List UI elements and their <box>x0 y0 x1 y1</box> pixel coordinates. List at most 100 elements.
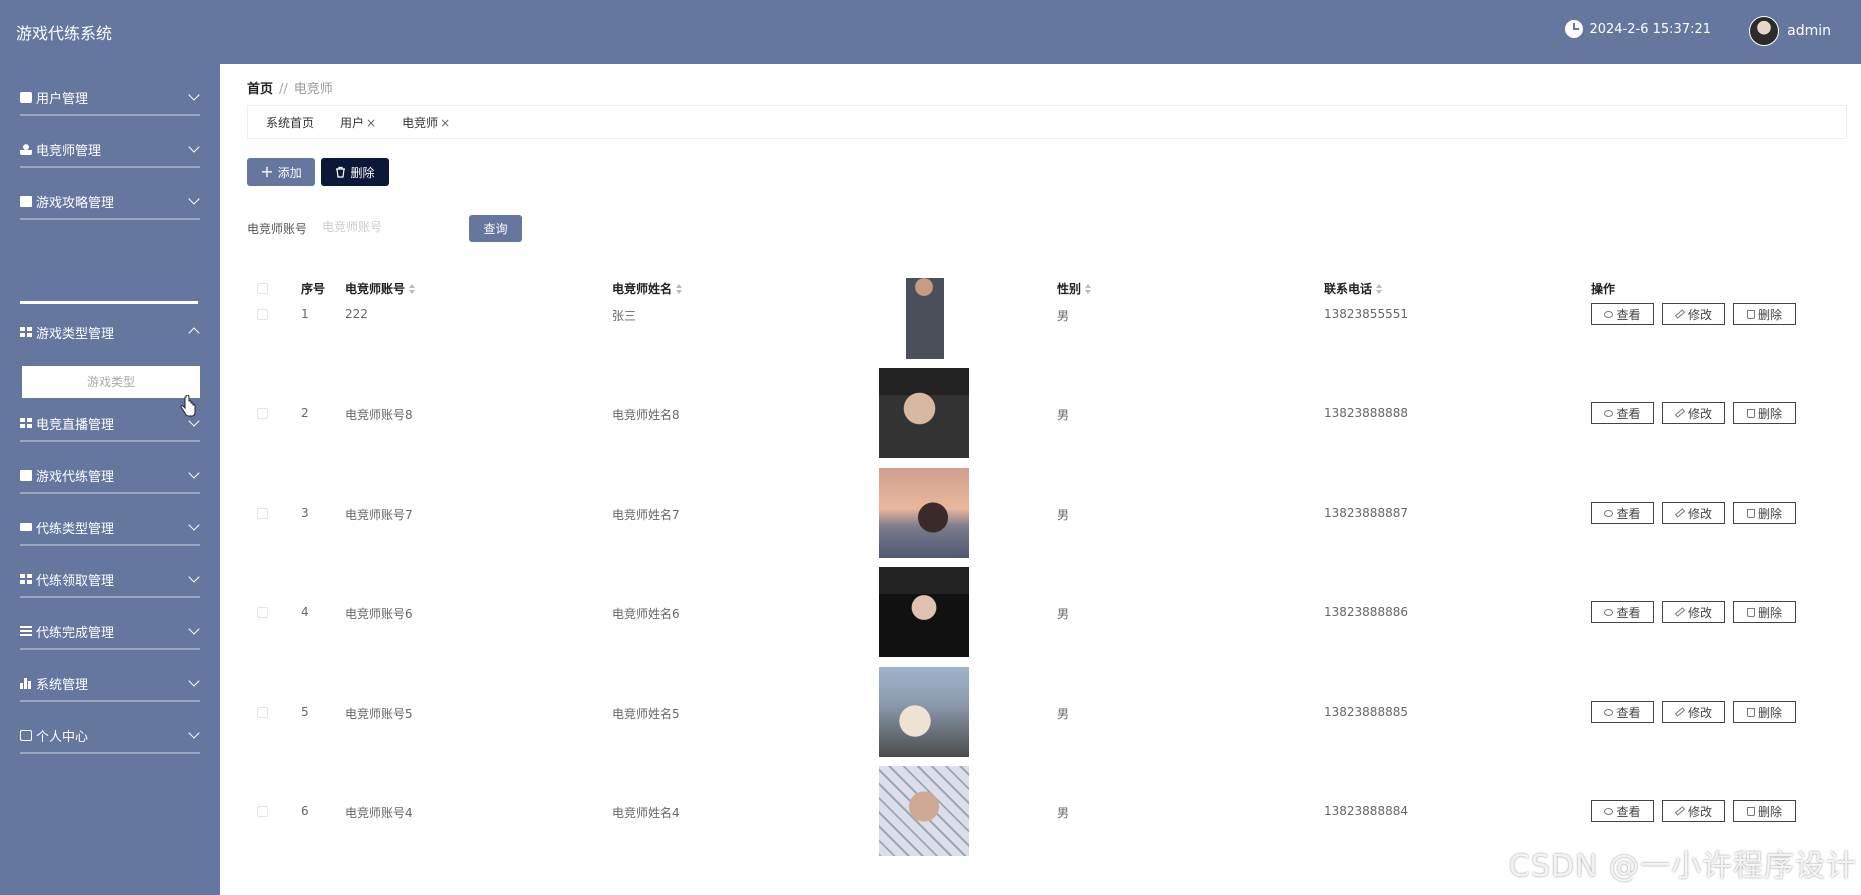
row-delete-button[interactable]: 删除 <box>1733 800 1796 822</box>
row-delete-button[interactable]: 删除 <box>1733 303 1796 325</box>
table-row: 3 电竞师账号7 电竞师姓名7 男 13823888887 查看 修改 删除 <box>0 463 1861 563</box>
avatar-thumbnail[interactable] <box>879 269 969 359</box>
edit-button[interactable]: 修改 <box>1662 800 1725 822</box>
avatar-thumbnail[interactable] <box>879 766 969 856</box>
tab-user[interactable]: 用户 × <box>340 114 376 131</box>
delete-button-label: 删除 <box>350 165 375 180</box>
cell-index: 2 <box>301 406 309 420</box>
briefcase-icon <box>20 91 32 103</box>
chevron-down-icon <box>188 89 200 101</box>
plus-icon: + <box>260 162 274 181</box>
sidebar-item-game-guide-management[interactable]: 游戏攻略管理 <box>20 184 200 220</box>
row-delete-button[interactable]: 删除 <box>1733 601 1796 623</box>
sidebar-item-label: 游戏攻略管理 <box>36 195 115 211</box>
sidebar-item-label: 用户管理 <box>36 91 89 107</box>
breadcrumb: 首页 // 电竞师 <box>247 78 333 97</box>
avatar-thumbnail[interactable] <box>879 368 969 458</box>
row-checkbox[interactable] <box>257 408 268 419</box>
user-menu[interactable]: admin <box>1749 16 1831 46</box>
close-icon[interactable]: × <box>366 116 376 130</box>
search-input[interactable] <box>320 212 464 242</box>
table-row: 1 222 张三 男 13823855551 查看 修改 删除 <box>0 264 1861 364</box>
view-label: 查看 <box>1616 605 1641 620</box>
username[interactable]: admin <box>1787 23 1831 39</box>
tab-system-home[interactable]: 系统首页 <box>266 114 314 131</box>
close-icon[interactable]: × <box>440 116 450 130</box>
clock-icon <box>1565 20 1584 38</box>
edit-button[interactable]: 修改 <box>1662 701 1725 723</box>
breadcrumb-current: 电竞师 <box>293 82 333 97</box>
cell-name: 张三 <box>612 309 637 323</box>
cell-index: 1 <box>301 307 309 321</box>
row-delete-button[interactable]: 删除 <box>1733 502 1796 524</box>
table-row: 4 电竞师账号6 电竞师姓名6 男 13823888886 查看 修改 删除 <box>0 562 1861 662</box>
edit-label: 修改 <box>1687 705 1712 720</box>
trash-icon <box>336 166 346 178</box>
cell-gender: 男 <box>1057 707 1070 721</box>
sidebar-item-esports-player-management[interactable]: 电竞师管理 <box>20 132 200 168</box>
edit-label: 修改 <box>1687 605 1712 620</box>
view-button[interactable]: 查看 <box>1591 800 1654 822</box>
cell-phone: 13823888887 <box>1324 506 1408 520</box>
delete-label: 删除 <box>1757 705 1782 720</box>
delete-label: 删除 <box>1757 605 1782 620</box>
edit-button[interactable]: 修改 <box>1662 303 1725 325</box>
cell-name: 电竞师姓名4 <box>612 806 680 820</box>
trash-icon <box>1746 707 1755 717</box>
datetime-display: 2024-2-6 15:37:21 <box>1565 20 1711 38</box>
eye-icon <box>1604 807 1614 815</box>
cell-account: 电竞师账号4 <box>345 806 413 820</box>
row-delete-button[interactable]: 删除 <box>1733 701 1796 723</box>
tab-label: 系统首页 <box>266 115 315 130</box>
edit-button[interactable]: 修改 <box>1662 502 1725 524</box>
tab-esports-player[interactable]: 电竞师 × <box>402 114 450 131</box>
trash-icon <box>1746 806 1755 816</box>
add-button-label: 添加 <box>277 165 302 180</box>
avatar-thumbnail[interactable] <box>879 667 969 757</box>
view-label: 查看 <box>1616 705 1641 720</box>
delete-label: 删除 <box>1757 307 1782 322</box>
pencil-icon <box>1674 508 1686 518</box>
edit-button[interactable]: 修改 <box>1662 601 1725 623</box>
row-checkbox[interactable] <box>257 806 268 817</box>
cell-index: 3 <box>301 506 309 520</box>
tab-label: 用户 <box>340 115 365 130</box>
cell-gender: 男 <box>1057 607 1070 621</box>
cell-index: 4 <box>301 605 309 619</box>
eye-icon <box>1604 708 1614 716</box>
view-button[interactable]: 查看 <box>1591 701 1654 723</box>
view-button[interactable]: 查看 <box>1591 502 1654 524</box>
cell-phone: 13823888885 <box>1324 705 1408 719</box>
view-label: 查看 <box>1616 307 1641 322</box>
sidebar-item-user-management[interactable]: 用户管理 <box>20 80 200 116</box>
row-checkbox[interactable] <box>257 508 268 519</box>
add-button[interactable]: + 添加 <box>247 158 315 186</box>
datetime-text: 2024-2-6 15:37:21 <box>1589 21 1711 37</box>
row-checkbox[interactable] <box>257 707 268 718</box>
row-checkbox[interactable] <box>257 607 268 618</box>
eye-icon <box>1604 509 1614 517</box>
cell-account: 电竞师账号8 <box>345 408 413 422</box>
delete-button[interactable]: 删除 <box>321 158 389 186</box>
cell-account: 电竞师账号5 <box>345 707 413 721</box>
cell-phone: 13823888888 <box>1324 406 1408 420</box>
edit-button[interactable]: 修改 <box>1662 402 1725 424</box>
edit-label: 修改 <box>1687 804 1712 819</box>
cell-phone: 13823888886 <box>1324 605 1408 619</box>
view-button[interactable]: 查看 <box>1591 601 1654 623</box>
view-label: 查看 <box>1616 804 1641 819</box>
view-button[interactable]: 查看 <box>1591 303 1654 325</box>
avatar-thumbnail[interactable] <box>879 567 969 657</box>
avatar-thumbnail[interactable] <box>879 468 969 558</box>
eye-icon <box>1604 409 1614 417</box>
trash-icon <box>1746 408 1755 418</box>
delete-label: 删除 <box>1757 506 1782 521</box>
breadcrumb-home[interactable]: 首页 <box>247 82 273 97</box>
cell-name: 电竞师姓名7 <box>612 508 680 522</box>
row-delete-button[interactable]: 删除 <box>1733 402 1796 424</box>
edit-label: 修改 <box>1687 406 1712 421</box>
query-button[interactable]: 查询 <box>469 215 522 242</box>
avatar[interactable] <box>1749 16 1780 46</box>
view-button[interactable]: 查看 <box>1591 402 1654 424</box>
row-checkbox[interactable] <box>257 309 268 320</box>
